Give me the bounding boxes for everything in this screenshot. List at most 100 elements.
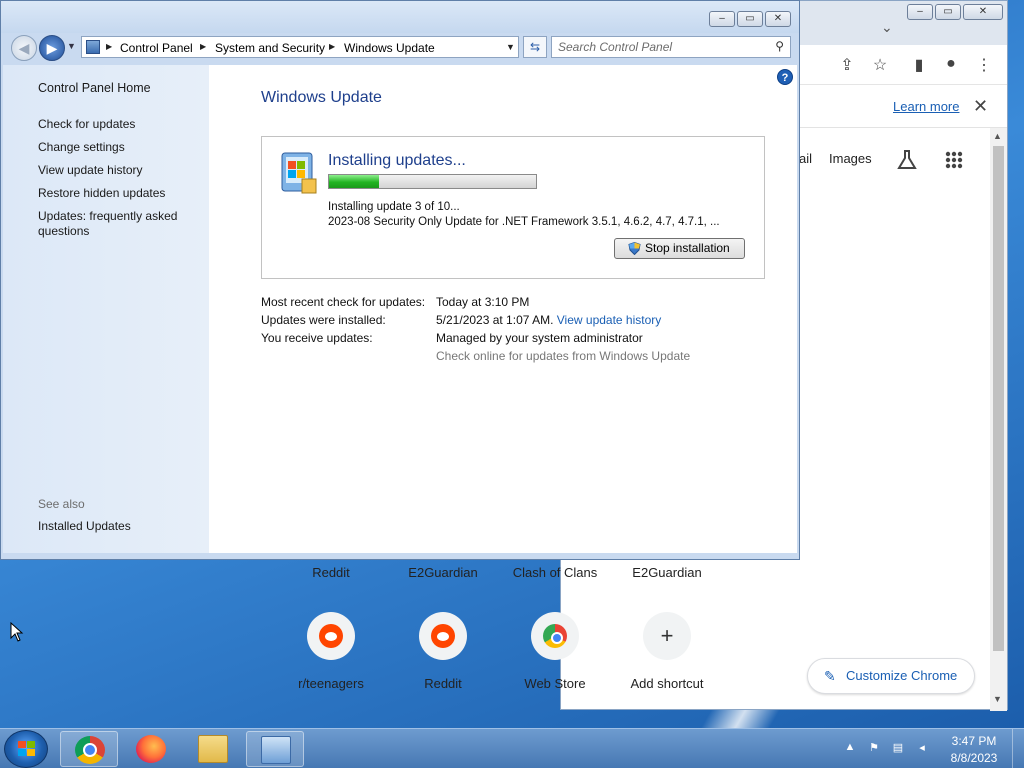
shortcut-label[interactable]: Web Store [500,676,610,691]
show-hidden-icons-icon[interactable]: ▲ [842,741,858,757]
sidebar-restore-hidden-updates[interactable]: Restore hidden updates [38,186,198,201]
shortcut-label[interactable]: Reddit [388,676,498,691]
labs-flask-icon[interactable] [897,149,917,171]
cp-restore-button[interactable]: ▭ [737,11,763,27]
taskbar: ▲ ⚑ ▤ ◂ 3:47 PM 8/8/2023 [0,728,1024,768]
stop-installation-label: Stop installation [645,241,730,255]
taskbar-file-explorer[interactable] [184,731,242,767]
shortcut-reddit[interactable] [419,612,467,660]
learn-more-link[interactable]: Learn more [893,99,959,114]
installed-date: 5/21/2023 at 1:07 AM. [436,313,554,327]
shortcut-title[interactable]: Reddit [276,565,386,580]
breadcrumb-system-security[interactable]: System and Security [215,41,325,55]
scroll-down-icon[interactable]: ▼ [993,694,1002,704]
reddit-icon [319,624,343,648]
address-dropdown-icon[interactable]: ▼ [506,42,515,52]
check-online-link[interactable]: Check online for updates from Windows Up… [436,349,690,363]
shortcut-title[interactable]: E2Guardian [388,565,498,580]
profile-avatar-icon[interactable]: ● [941,55,961,73]
clock-date[interactable]: 8/8/2023 [946,751,1002,765]
images-link[interactable]: Images [829,151,872,166]
sidebar-control-panel-home[interactable]: Control Panel Home [38,81,198,96]
recent-pages-chevron-icon[interactable]: ▼ [67,41,76,51]
shortcut-title[interactable]: E2Guardian [612,565,722,580]
sidebar-updates-faq[interactable]: Updates: frequently asked questions [38,209,198,239]
network-icon[interactable]: ▤ [890,741,906,757]
firefox-icon [136,735,166,763]
scroll-thumb[interactable] [993,146,1004,651]
refresh-icon[interactable]: ⇆ [523,36,547,58]
gmail-link[interactable]: ail [799,151,812,166]
cp-minimize-button[interactable]: – [709,11,735,27]
receive-updates-label: You receive updates: [261,331,373,345]
sidebar-check-for-updates[interactable]: Check for updates [38,117,198,132]
breadcrumb-control-panel[interactable]: Control Panel [120,41,193,55]
customize-chrome-button[interactable]: ✎ Customize Chrome [807,658,975,694]
receive-updates-value: Managed by your system administrator [436,331,643,345]
recent-check-label: Most recent check for updates: [261,295,426,309]
sidebar-change-settings[interactable]: Change settings [38,140,198,155]
scroll-up-icon[interactable]: ▲ [993,131,1002,141]
clock-time[interactable]: 3:47 PM [950,734,998,748]
chrome-caption-buttons: – ▭ ✕ [907,4,1003,20]
back-arrow-icon[interactable]: ◀ [11,35,37,61]
shortcut-label[interactable]: r/teenagers [276,676,386,691]
view-update-history-link[interactable]: View update history [557,313,662,327]
cp-close-button[interactable]: ✕ [765,11,791,27]
address-box[interactable]: ▶ Control Panel ▶ System and Security ▶ … [81,36,519,58]
cp-sidebar: Control Panel Home Check for updates Cha… [3,65,209,553]
search-input[interactable] [558,40,758,54]
breadcrumb-arrow-icon[interactable]: ▶ [200,42,206,51]
share-icon[interactable]: ⇪ [837,55,857,75]
chrome-close-button[interactable]: ✕ [963,4,1003,20]
cp-body: Control Panel Home Check for updates Cha… [3,65,797,553]
taskbar-control-panel[interactable] [246,731,304,767]
help-icon[interactable]: ? [777,69,793,85]
cp-caption-buttons: – ▭ ✕ [709,11,791,27]
desktop: ⌄ – ▭ ✕ ⇪ ☆ ▮ ● ⋮ Learn more ✕ ail Image… [0,0,1024,728]
installed-value: 5/21/2023 at 1:07 AM. View update histor… [436,313,661,327]
add-icon: + [660,623,674,648]
sidebar-installed-updates[interactable]: Installed Updates [38,519,198,534]
volume-muted-icon[interactable]: ◂ [914,741,930,757]
windows-logo-icon [18,741,35,756]
taskbar-firefox[interactable] [122,731,180,767]
action-center-flag-icon[interactable]: ⚑ [866,741,882,757]
shortcut-label[interactable]: Add shortcut [612,676,722,691]
tab-search-chevron-icon[interactable]: ⌄ [881,19,893,36]
stop-installation-button[interactable]: Stop installation [614,238,745,259]
current-update-name: 2023-08 Security Only Update for .NET Fr… [328,216,720,228]
chrome-menu-icon[interactable]: ⋮ [974,55,994,75]
file-explorer-icon [198,735,228,763]
breadcrumb-arrow-icon[interactable]: ▶ [329,42,335,51]
infobar-close-icon[interactable]: ✕ [973,96,988,117]
windows-update-icon [281,152,317,194]
control-panel-window: – ▭ ✕ ◀ ▶ ▼ ▶ Control Panel ▶ System and… [0,0,800,560]
shortcut-web-store[interactable] [531,612,579,660]
side-panel-icon[interactable]: ▮ [909,55,929,75]
show-desktop-button[interactable] [1012,729,1024,768]
shortcut-r-teenagers[interactable] [307,612,355,660]
forward-arrow-icon[interactable]: ▶ [39,35,65,61]
chrome-scrollbar[interactable]: ▲ ▼ [990,128,1007,711]
search-box[interactable]: ⚲ [551,36,791,58]
see-also-label: See also [38,497,85,511]
breadcrumb-windows-update[interactable]: Windows Update [344,41,435,55]
breadcrumb-arrow-icon[interactable]: ▶ [106,42,112,51]
cp-main: ? Windows Update Installing updates... I… [209,65,797,553]
cp-titlebar[interactable]: – ▭ ✕ [1,1,799,33]
start-button[interactable] [4,730,48,768]
installed-label: Updates were installed: [261,313,386,327]
add-shortcut-button[interactable]: + [643,612,691,660]
bookmark-star-icon[interactable]: ☆ [870,55,890,75]
chrome-minimize-button[interactable]: – [907,4,933,20]
taskbar-chrome[interactable] [60,731,118,767]
installing-title: Installing updates... [328,152,466,169]
apps-grid-icon[interactable] [945,151,963,169]
recent-check-value: Today at 3:10 PM [436,295,530,309]
chrome-restore-button[interactable]: ▭ [935,4,961,20]
uac-shield-icon [628,242,641,255]
sidebar-view-update-history[interactable]: View update history [38,163,198,178]
shortcut-title[interactable]: Clash of Clans [500,565,610,580]
search-icon[interactable]: ⚲ [775,39,784,53]
